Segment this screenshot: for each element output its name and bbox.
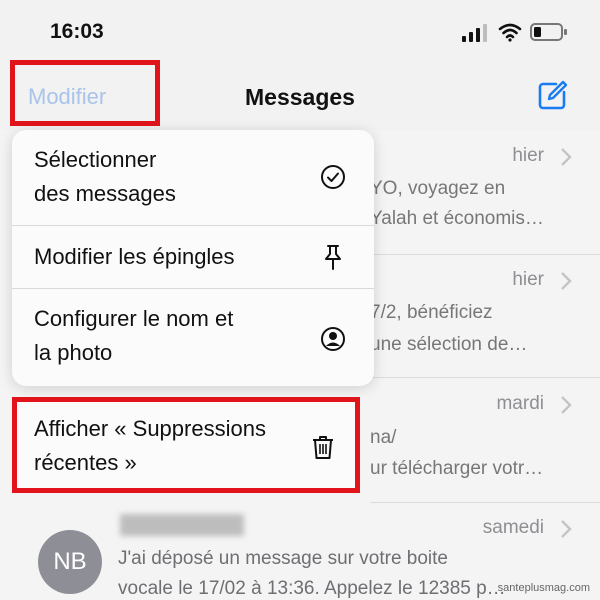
menu-item-select-messages[interactable]: Sélectionner des messages [12, 130, 374, 226]
message-preview-line: vocale le 17/02 à 13:36. Appelez le 1238… [118, 578, 506, 599]
message-preview-line: YO, voyagez en [370, 178, 506, 199]
menu-item-label: Modifier les épingles [34, 244, 235, 269]
message-preview-line: Yalah et économis… [370, 208, 544, 229]
chevron-right-icon [561, 396, 572, 414]
context-menu: Sélectionner des messages Modifier les é… [12, 130, 374, 386]
wifi-icon [498, 23, 522, 42]
message-preview-line: ur télécharger votr… [370, 458, 544, 479]
message-preview-line: 7/2, bénéficiez [370, 302, 493, 323]
menu-item-edit-pins[interactable]: Modifier les épingles [12, 225, 374, 289]
menu-item-name-and-photo[interactable]: Configurer le nom et la photo [12, 288, 374, 386]
signal-icon [462, 24, 487, 42]
status-time: 16:03 [50, 20, 104, 43]
chevron-right-icon [561, 520, 572, 538]
menu-item-label: Sélectionner des messages [34, 147, 176, 206]
message-preview-line: J'ai déposé un message sur votre boite [118, 548, 448, 569]
delete-highlight-box [12, 397, 360, 493]
compose-icon[interactable] [536, 80, 568, 112]
watermark: santeplusmag.com [497, 582, 590, 594]
message-date: hier [512, 145, 544, 166]
message-preview-line: na/ [370, 427, 397, 448]
message-date: samedi [482, 517, 544, 538]
avatar[interactable]: NB [38, 530, 102, 594]
battery-icon [530, 23, 567, 41]
message-date: hier [512, 269, 544, 290]
edit-highlight-box [10, 60, 160, 126]
message-preview-line: une sélection de… [370, 334, 528, 355]
message-date: mardi [496, 393, 544, 414]
checkmark-circle-icon [321, 165, 345, 189]
person-circle-icon [321, 327, 345, 351]
sender-name-blurred [120, 514, 244, 536]
pin-icon [325, 245, 341, 270]
menu-item-label: Configurer le nom et la photo [34, 306, 234, 365]
chevron-right-icon [561, 148, 572, 166]
chevron-right-icon [561, 272, 572, 290]
status-bar: 16:03 [0, 0, 600, 60]
